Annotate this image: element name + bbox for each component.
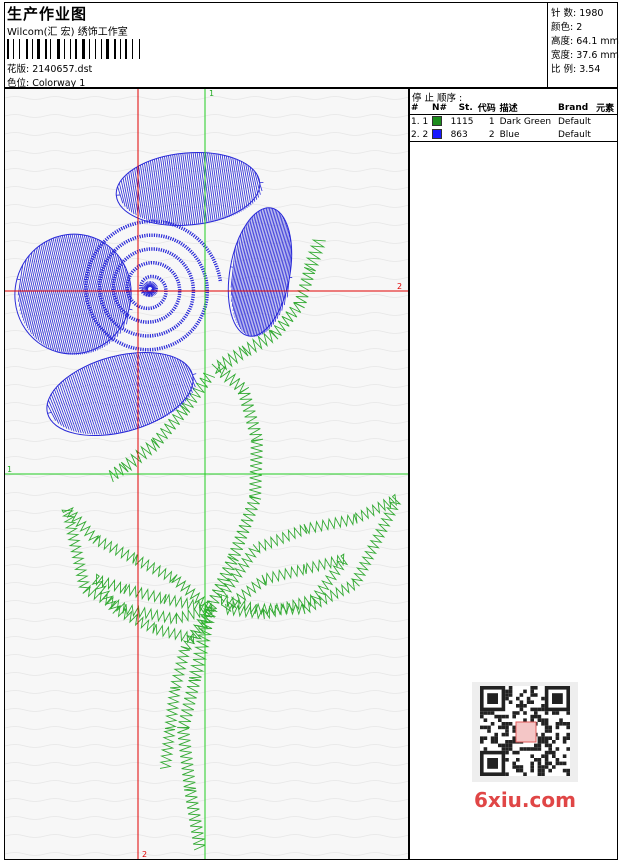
design-canvas: 1 2 1 2 [4,88,409,860]
marker-top: 1 [209,89,214,98]
row-swatch [431,115,450,129]
col-header: 代码 [476,101,499,115]
embroidery-preview: 1 2 1 2 [5,89,408,859]
qr-code-area [472,682,578,782]
stat-stitches: 针 数: 1980 [551,8,604,19]
row-desc: Dark Green [499,116,552,127]
col-header: St. [449,101,477,115]
col-header: Brand [557,101,596,115]
row-stitches: 1115 [450,116,474,127]
row-stitches: 863 [450,129,468,140]
colorway: 色位: Colorway 1 [7,78,86,89]
col-header: # [410,101,431,115]
table-header-row: # N# St. 代码 描述 Brand 元素 [410,101,617,115]
col-header: 描述 [498,101,557,115]
color-swatch-icon [431,129,442,140]
stats-panel: 针 数: 1980 颜色: 2 高度: 64.1 mm 宽度: 37.6 mm … [547,3,620,89]
marker-bottom: 2 [142,850,147,859]
page-title: 生产作业图 [7,5,88,23]
row-desc: Blue [499,129,520,140]
row-swatch [431,128,450,141]
marker-right: 2 [397,282,402,291]
marker-left: 1 [7,465,12,474]
panel-divider [410,141,617,142]
company-name: Wilcom(汇 宏) 绣饰工作室 [7,27,128,38]
col-header: 元素 [595,101,617,115]
stat-colors: 颜色: 2 [551,22,583,33]
design-file: 花版: 2140657.dst [7,64,93,75]
barcode-icon [7,39,140,59]
qr-code-icon [480,686,570,776]
col-header: N# [430,101,450,115]
row-brand: Default [558,116,591,127]
row-index: 1. 1 [411,116,429,127]
table-row: 2. 2 863 2 Blue Default [410,128,617,141]
watermark-text: 6xiu.com [474,788,576,812]
table-row: 1. 1 1115 1 Dark Green Default [410,115,617,129]
row-code: 1 [488,116,495,127]
row-brand: Default [558,129,591,140]
stat-height: 高度: 64.1 mm [551,36,619,47]
header: 生产作业图 Wilcom(汇 宏) 绣饰工作室 花版: 2140657.dst … [4,2,620,89]
stop-sequence-table: # N# St. 代码 描述 Brand 元素 1. 1 1115 1 Dark… [410,101,617,141]
row-index: 2. 2 [411,129,429,140]
stat-width: 宽度: 37.6 mm [551,50,619,61]
stat-ratio: 比 例: 3.54 [551,64,601,75]
color-swatch-icon [431,116,442,127]
row-code: 2 [488,129,495,140]
